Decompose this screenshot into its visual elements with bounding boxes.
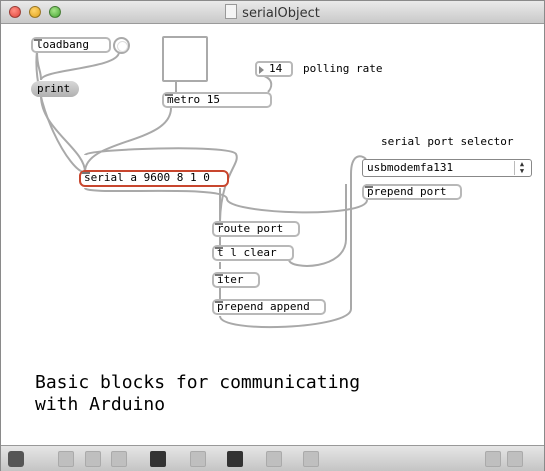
document-icon [225,4,238,19]
delete-icon[interactable] [85,451,101,467]
number-triangle-icon [259,66,264,74]
menu-arrows-icon: ▲ ▼ [514,161,529,175]
bang-button[interactable] [113,37,130,54]
serial-port-selector-label: serial port selector [381,135,514,148]
description-comment: Basic blocks for communicating with Ardu… [35,372,360,416]
description-line-2: with Arduino [35,394,166,415]
resize-icon[interactable] [507,451,523,467]
presentation-icon[interactable] [111,451,127,467]
toggle-box[interactable] [162,36,208,82]
patch-canvas[interactable]: loadbang print 14 polling rate metro 15 … [1,24,544,445]
loadbang-object[interactable]: loadbang [31,37,111,53]
prepend-append-object[interactable]: prepend append [212,299,326,315]
iter-object[interactable]: iter [212,272,260,288]
trigger-clear-object[interactable]: t l clear [212,245,294,261]
clue-icon[interactable] [227,451,243,467]
info-icon[interactable] [150,451,166,467]
patcher-window: serialObject loadbang print 14 polling r… [0,0,545,471]
title-bar: serialObject [1,1,544,24]
zoom-icon[interactable] [266,451,282,467]
grid-icon[interactable] [303,451,319,467]
metro-object[interactable]: metro 15 [162,92,272,108]
new-object-icon[interactable] [58,451,74,467]
polling-rate-label: polling rate [303,62,383,75]
serial-port-menu-value: usbmodemfa131 [367,161,454,174]
route-port-object[interactable]: route port [212,221,300,237]
serial-object[interactable]: serial a 9600 8 1 0 [79,170,229,187]
polling-number-box[interactable]: 14 [255,61,293,77]
inspector-icon[interactable] [190,451,206,467]
prepend-port-object[interactable]: prepend port [362,184,462,200]
present-icon[interactable] [485,451,501,467]
serial-port-menu[interactable]: usbmodemfa131 ▲ ▼ [362,159,532,177]
window-title: serialObject [242,6,320,21]
bottom-toolbar [1,445,544,471]
lock-icon[interactable] [8,451,24,467]
print-message[interactable]: print [31,81,79,97]
polling-value: 14 [269,62,283,75]
window-title-wrap: serialObject [1,4,544,21]
description-line-1: Basic blocks for communicating [35,372,361,393]
